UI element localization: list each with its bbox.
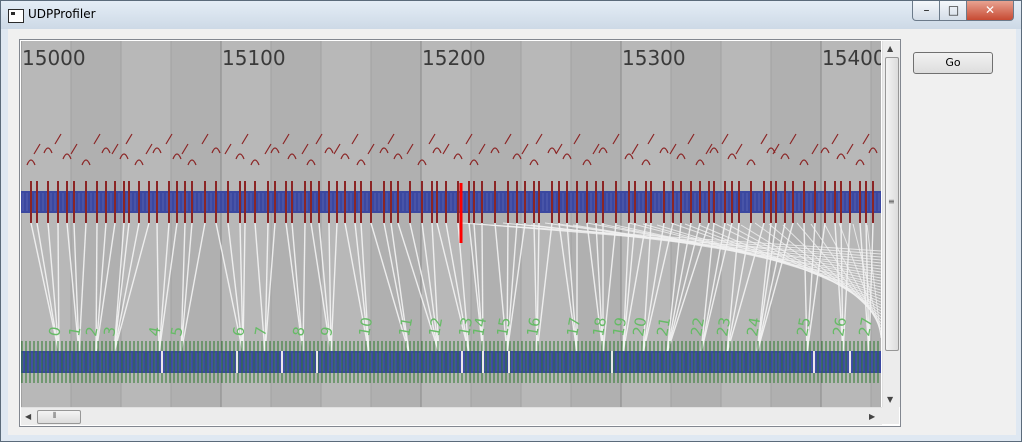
timeline-viewport: 15000 15100 15200 15300 15400 0 1 2 3 4 5 6 7 8 9 10 11 1… — [19, 39, 901, 427]
packet-label: 12 — [425, 316, 446, 338]
lane-gap — [236, 351, 238, 373]
horizontal-scroll-thumb[interactable]: ⦀ — [37, 410, 81, 424]
packet-label: 24 — [743, 316, 764, 338]
ruler-label: 15000 — [22, 46, 86, 70]
horizontal-scrollbar[interactable]: ◀ ⦀ ▶ — [21, 407, 882, 425]
client-area: 15000 15100 15200 15300 15400 0 1 2 3 4 5 6 7 8 9 10 11 1… — [8, 29, 1016, 435]
packet-label: 10 — [355, 316, 376, 338]
minimize-button[interactable]: – — [912, 1, 941, 21]
triangle-left-icon[interactable]: ◀ — [25, 412, 31, 421]
go-button[interactable]: Go — [913, 52, 993, 74]
lane-gap — [482, 351, 484, 373]
vertical-scrollbar[interactable]: ▲ ≡ ▼ — [882, 41, 900, 407]
timeline-svg: 15000 15100 15200 15300 154000 123 4 5 6 7 8 9 10 11 1… — [21, 41, 881, 407]
packet-label: 22 — [687, 316, 708, 338]
packet-label: 27 — [855, 316, 876, 338]
maximize-button[interactable]: □ — [939, 1, 968, 21]
packet-label: 25 — [793, 316, 814, 338]
triangle-right-icon[interactable]: ▶ — [869, 412, 875, 421]
lane-gap — [281, 351, 283, 373]
triangle-down-icon[interactable]: ▼ — [887, 395, 893, 404]
packet-label: 23 — [713, 316, 734, 338]
packet-label: 17 — [563, 316, 584, 338]
ruler-label: 15200 — [422, 46, 486, 70]
packet-label: 20 — [629, 316, 650, 338]
packet-label: 15 — [493, 316, 514, 338]
close-button[interactable]: ✕ — [966, 1, 1014, 21]
packet-label: 26 — [829, 316, 850, 338]
lane-gap — [508, 351, 510, 373]
lane-gap — [813, 351, 815, 373]
packet-label: 18 — [589, 316, 610, 338]
packet-label: 19 — [609, 316, 630, 338]
title-bar[interactable]: UDPProfiler – □ ✕ — [1, 1, 1021, 29]
window-title: UDPProfiler — [28, 7, 96, 21]
timeline-canvas[interactable]: 15000 15100 15200 15300 15400 0 1 2 3 4 5 6 7 8 9 10 11 1… — [21, 41, 881, 407]
lane-gap — [461, 351, 463, 373]
packet-label: 21 — [653, 316, 674, 338]
lane-gap — [161, 351, 163, 373]
grip-icon: ≡ — [888, 197, 895, 206]
window-icon — [8, 9, 24, 23]
vertical-scroll-thumb[interactable]: ≡ — [885, 57, 899, 351]
triangle-up-icon[interactable]: ▲ — [887, 44, 893, 53]
ruler-label: 15300 — [622, 46, 686, 70]
grip-icon: ⦀ — [53, 411, 57, 420]
scroll-corner — [882, 407, 899, 424]
lane-gap — [611, 351, 613, 373]
packet-label: 16 — [523, 316, 544, 338]
packet-label: 14 — [469, 316, 490, 338]
lane-gap — [849, 351, 851, 373]
ruler-label: 15400 — [822, 46, 881, 70]
app-window: UDPProfiler – □ ✕ 15000 15100 15200 15300 15… — [0, 0, 1022, 442]
lane-gap — [316, 351, 318, 373]
packet-label: 11 — [395, 316, 416, 338]
ruler-label: 15100 — [222, 46, 286, 70]
